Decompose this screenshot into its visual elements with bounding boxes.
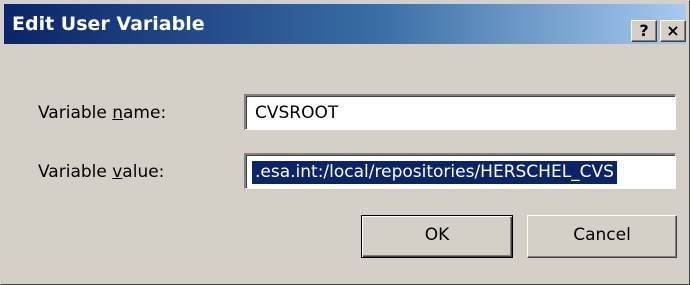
- cancel-button[interactable]: Cancel: [527, 215, 677, 258]
- title-bar[interactable]: Edit User Variable ? ×: [4, 4, 686, 44]
- variable-value-selected-text: .esa.int:/local/repositories/HERSCHEL_CV…: [252, 161, 617, 184]
- question-mark-icon: ?: [639, 21, 649, 40]
- variable-name-text: CVSROOT: [255, 103, 339, 123]
- ok-button[interactable]: OK: [361, 215, 513, 258]
- variable-name-label: Variable name:: [38, 103, 167, 123]
- close-button[interactable]: ×: [660, 20, 686, 42]
- close-icon: ×: [666, 21, 680, 40]
- help-button[interactable]: ?: [631, 20, 657, 42]
- variable-name-input[interactable]: CVSROOT: [244, 94, 676, 130]
- edit-user-variable-dialog: Edit User Variable ? × Variable name: CV…: [0, 0, 690, 285]
- variable-value-label: Variable value:: [38, 162, 165, 182]
- dialog-title: Edit User Variable: [12, 13, 205, 35]
- variable-value-input[interactable]: .esa.int:/local/repositories/HERSCHEL_CV…: [244, 153, 676, 189]
